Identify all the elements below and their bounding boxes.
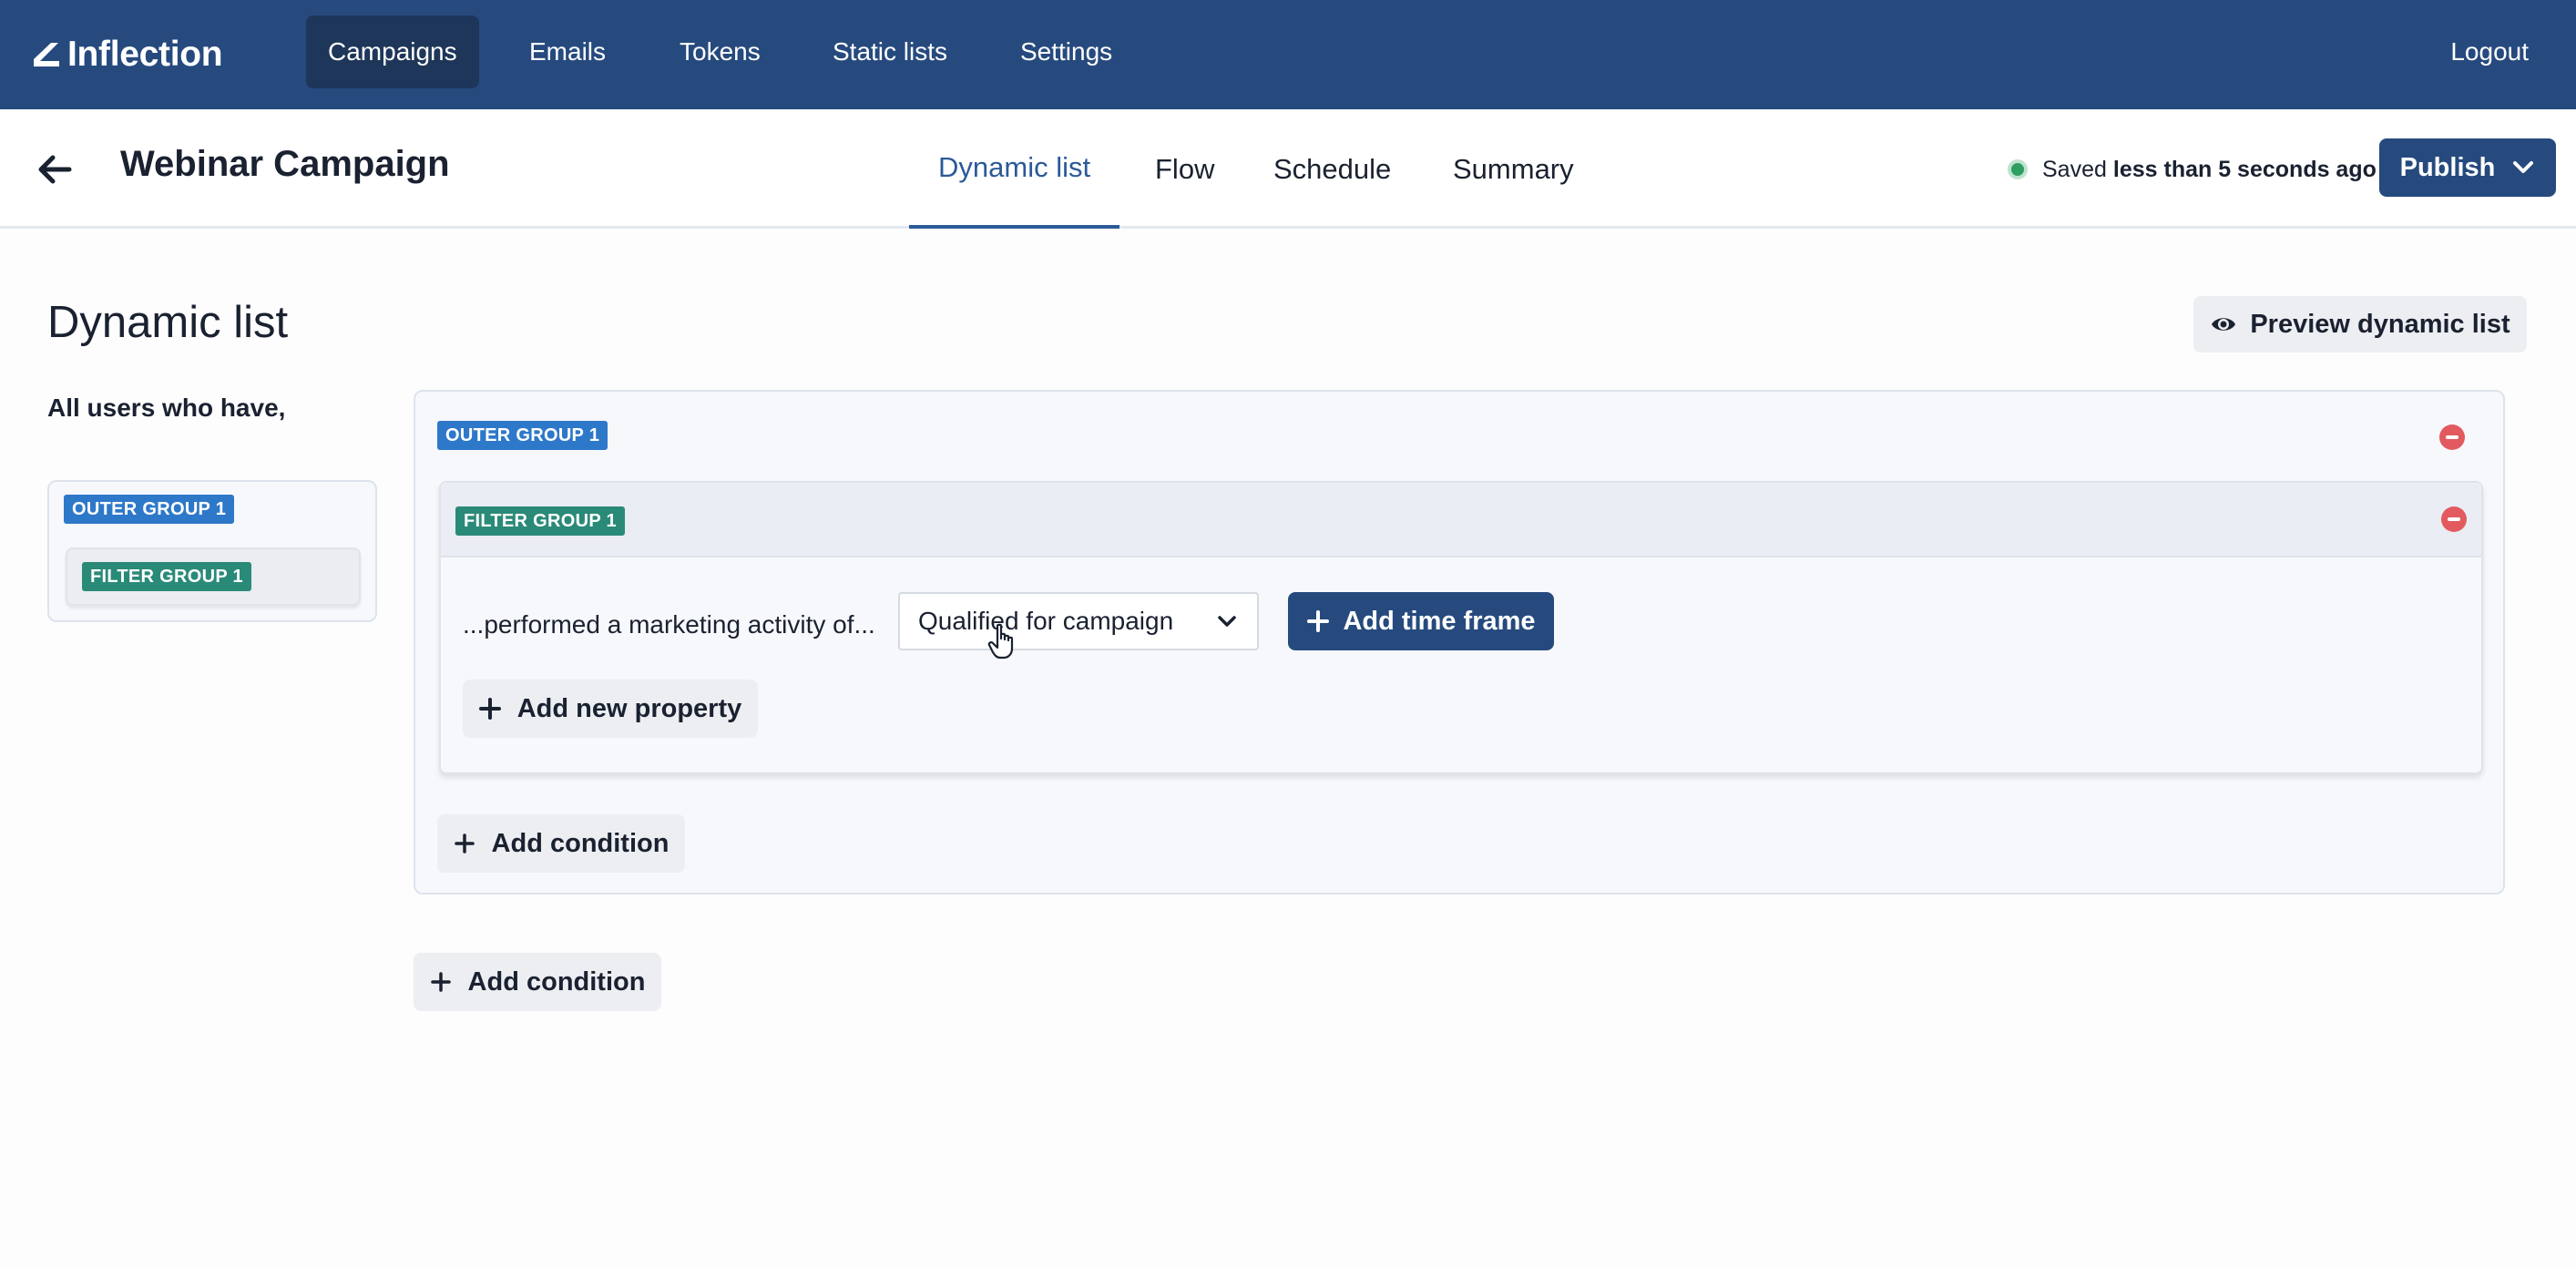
add-new-property-button[interactable]: Add new property [463, 680, 758, 738]
outer-group: OUTER GROUP 1 FILTER GROUP 1 ...performe… [414, 390, 2505, 895]
group-overview: OUTER GROUP 1 FILTER GROUP 1 [47, 480, 377, 622]
nav-item-settings[interactable]: Settings [998, 15, 1134, 88]
add-time-frame-button[interactable]: Add time frame [1288, 592, 1554, 650]
plus-icon [430, 972, 451, 992]
add-condition-button-inner[interactable]: Add condition [437, 814, 685, 873]
nav-item-tokens[interactable]: Tokens [658, 15, 782, 88]
save-status: Saved less than 5 seconds ago [2008, 151, 2377, 188]
overview-filter-group-badge: FILTER GROUP 1 [82, 562, 251, 591]
marketing-activity-value: Qualified for campaign [918, 607, 1174, 635]
tab-flow[interactable]: Flow [1126, 109, 1243, 229]
preview-label: Preview dynamic list [2250, 309, 2510, 339]
minus-icon [2446, 435, 2458, 439]
add-new-property-label: Add new property [516, 693, 742, 723]
page-title: Dynamic list [47, 298, 289, 347]
overview-outer-group-badge[interactable]: OUTER GROUP 1 [64, 495, 235, 524]
top-nav: Inflection Campaigns Emails Tokens Stati… [0, 0, 2576, 109]
preview-dynamic-list-button[interactable]: Preview dynamic list [2193, 296, 2527, 353]
plus-icon [454, 833, 475, 854]
inflection-logo-icon [34, 43, 59, 66]
add-condition-button-root[interactable]: Add condition [414, 953, 661, 1011]
publish-button[interactable]: Publish [2379, 138, 2556, 197]
tab-dynamic-list[interactable]: Dynamic list [909, 109, 1120, 229]
add-condition-label: Add condition [491, 828, 670, 858]
arrow-left-icon [38, 155, 72, 184]
overview-filter-group[interactable]: FILTER GROUP 1 [66, 547, 361, 606]
remove-filter-group-button[interactable] [2441, 506, 2467, 532]
campaign-title: Webinar Campaign [120, 144, 450, 184]
filter-group: FILTER GROUP 1 ...performed a marketing … [439, 481, 2483, 774]
plus-icon [478, 698, 501, 720]
remove-outer-group-button[interactable] [2439, 424, 2465, 450]
back-button[interactable] [31, 146, 78, 193]
brand-logo[interactable]: Inflection [31, 31, 223, 78]
filter-group-header: FILTER GROUP 1 [441, 483, 2481, 557]
nav-item-static-lists[interactable]: Static lists [811, 15, 969, 88]
all-users-label: All users who have, [47, 394, 286, 422]
nav-item-emails[interactable]: Emails [507, 15, 628, 88]
marketing-activity-select[interactable]: Qualified for campaign [898, 592, 1259, 650]
plus-icon [1307, 610, 1330, 632]
nav-item-campaigns[interactable]: Campaigns [306, 15, 479, 88]
saved-time: less than 5 seconds ago [2112, 156, 2377, 182]
add-condition-label: Add condition [467, 966, 646, 997]
tab-schedule[interactable]: Schedule [1244, 109, 1420, 229]
saved-label: Saved [2042, 156, 2107, 182]
chevron-down-icon [2513, 161, 2534, 173]
outer-group-badge: OUTER GROUP 1 [437, 421, 608, 450]
condition-text: ...performed a marketing activity of... [463, 610, 875, 639]
publish-label: Publish [2399, 152, 2496, 182]
chevron-down-icon [1218, 616, 1236, 627]
brand-name: Inflection [67, 35, 223, 74]
minus-icon [2448, 517, 2460, 521]
eye-icon [2212, 318, 2236, 331]
logout-link[interactable]: Logout [2450, 15, 2529, 88]
saved-status-dot-icon [2008, 159, 2028, 179]
filter-group-badge: FILTER GROUP 1 [455, 506, 625, 536]
tab-summary[interactable]: Summary [1424, 109, 1603, 229]
add-time-frame-label: Add time frame [1343, 606, 1536, 636]
campaign-header: Webinar Campaign Dynamic list Flow Sched… [0, 109, 2576, 229]
